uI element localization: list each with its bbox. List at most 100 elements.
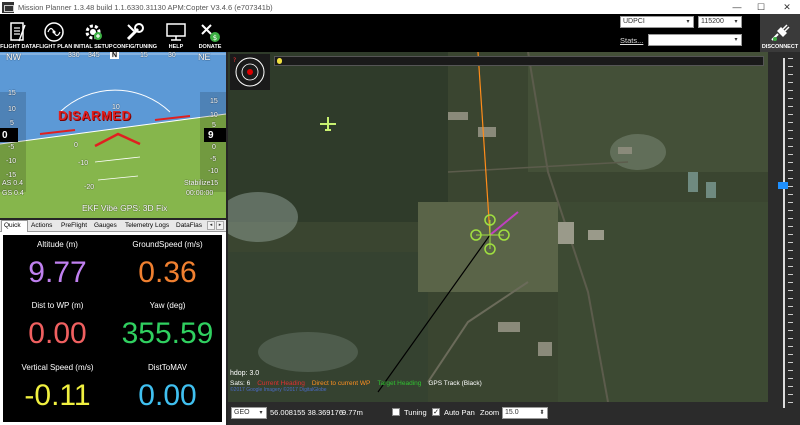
quick-value-altitude: 9.77 bbox=[28, 256, 87, 289]
quick-grid: Altitude (m) 9.77 GroundSpeed (m/s) 0.36… bbox=[3, 235, 222, 422]
donate-icon: $ bbox=[201, 24, 220, 42]
map-zoom-rail bbox=[768, 52, 800, 425]
flight-mode: Stabilize bbox=[184, 180, 211, 187]
tab-dataflash[interactable]: DataFlas bbox=[174, 221, 206, 232]
map-copyright: ©2017 Google Imagery ©2017 DigitalGlobe bbox=[230, 387, 327, 393]
port-value: UDPCI bbox=[623, 18, 645, 25]
alt-value: 9 bbox=[208, 129, 214, 141]
svg-text:$: $ bbox=[213, 34, 217, 42]
chevron-down-icon: ▾ bbox=[259, 410, 263, 416]
flight-plan-label: FLIGHT PLAN bbox=[35, 44, 73, 50]
speed-tick: 10 bbox=[8, 106, 16, 113]
donate-button[interactable]: $ DONATE bbox=[194, 14, 226, 52]
port-select[interactable]: UDPCI ▾ bbox=[620, 16, 694, 28]
flight-data-tabs: Quick Actions PreFlight Gauges Telemetry… bbox=[0, 220, 226, 232]
heading-label: 15 bbox=[140, 52, 148, 59]
zoom-slider-ticks bbox=[788, 58, 793, 408]
heading-label: NW bbox=[6, 52, 21, 62]
zoom-stepper[interactable]: 15.0 ⬍ bbox=[502, 407, 548, 419]
tab-gauges[interactable]: Gauges bbox=[92, 221, 122, 232]
legend-gps-track: GPS Track (Black) bbox=[428, 380, 482, 387]
map-legend: hdop: 3.0 Sats: 6 Current Heading Direct… bbox=[230, 370, 630, 393]
tab-scroll-right-button[interactable]: ▸ bbox=[216, 221, 224, 230]
zoom-slider-track[interactable] bbox=[783, 58, 785, 408]
speed-value: 0 bbox=[2, 129, 8, 141]
speed-tick: -15 bbox=[6, 172, 17, 179]
alt-tick: 10 bbox=[210, 112, 218, 119]
heading-current: N bbox=[110, 52, 120, 59]
legend-target-heading: Target Heading bbox=[377, 380, 422, 387]
pitch-label: -20 bbox=[84, 184, 95, 191]
speed-tick: -10 bbox=[6, 158, 17, 165]
tuning-checkbox[interactable] bbox=[392, 408, 400, 416]
heading-label: NE bbox=[198, 52, 211, 62]
satellite-map[interactable]: ? hdop: 3.0 Sats: 6 Current Heading Dire… bbox=[228, 52, 768, 402]
donate-label: DONATE bbox=[198, 44, 222, 50]
disconnect-label: DISCONNECT bbox=[761, 44, 799, 50]
quick-label: Altitude (m) bbox=[37, 240, 78, 249]
baud-select[interactable]: 115200 ▾ bbox=[698, 16, 742, 28]
mission-planner-window: Mission Planner 1.3.48 build 1.1.6330.31… bbox=[0, 0, 800, 425]
initial-setup-icon bbox=[85, 24, 102, 40]
initial-setup-button[interactable]: INITIAL SETUP bbox=[73, 14, 113, 52]
tab-quick[interactable]: Quick bbox=[1, 220, 28, 232]
chevron-down-icon: ▾ bbox=[734, 37, 738, 43]
flight-data-label: FLIGHT DATA bbox=[0, 44, 36, 50]
legend-current-heading: Current Heading bbox=[257, 380, 305, 387]
maximize-button[interactable]: ☐ bbox=[752, 0, 770, 14]
map-status-bar: GEO ▾ 56.008155 38.369176 9.77m Tuning ✓… bbox=[228, 402, 768, 425]
flight-data-icon bbox=[10, 22, 26, 42]
hdop-readout: hdop: 3.0 bbox=[230, 370, 260, 377]
window-title: Mission Planner 1.3.48 build 1.1.6330.31… bbox=[18, 2, 273, 12]
chevron-down-icon: ▾ bbox=[734, 19, 738, 25]
alt-tick: 15 bbox=[210, 98, 218, 105]
compass-icon: ? bbox=[233, 57, 265, 87]
main-toolbar: FLIGHT DATA FLIGHT PLAN INITIAL SETUP CO… bbox=[0, 14, 800, 52]
sats-readout: Sats: 6 bbox=[230, 380, 251, 387]
pitch-label: 10 bbox=[112, 104, 120, 111]
tab-telemetry-logs[interactable]: Telemetry Logs bbox=[123, 221, 173, 232]
tab-preflight[interactable]: PreFlight bbox=[59, 221, 91, 232]
quick-panel: Altitude (m) 9.77 GroundSpeed (m/s) 0.36… bbox=[0, 232, 226, 425]
help-button[interactable]: HELP bbox=[160, 14, 192, 52]
tab-actions[interactable]: Actions bbox=[29, 221, 58, 232]
compass-widget[interactable]: ? bbox=[230, 54, 270, 90]
quick-value-dist-to-wp: 0.00 bbox=[28, 317, 87, 350]
quick-value-dist-to-mav: 0.00 bbox=[138, 379, 197, 412]
hud-status-line: EKF Vibe GPS: 3D Fix bbox=[82, 203, 168, 213]
quick-value-yaw: 355.59 bbox=[121, 317, 214, 350]
disconnect-button[interactable]: DISCONNECT bbox=[760, 14, 800, 52]
config-tuning-icon bbox=[126, 23, 144, 41]
hud-display: NW 330 345 N 15 30 NE 15 10 5 -5 -10 -15… bbox=[0, 52, 226, 218]
app-icon bbox=[2, 1, 14, 13]
tab-scroll-left-button[interactable]: ◂ bbox=[207, 221, 215, 230]
speed-tick: -5 bbox=[8, 144, 15, 151]
auto-pan-checkbox[interactable]: ✓ bbox=[432, 408, 440, 416]
plug-icon bbox=[771, 24, 790, 41]
flight-timer: 00:00:00 bbox=[186, 190, 214, 197]
stats-link[interactable]: Stats... bbox=[620, 36, 643, 45]
quick-label: Dist to WP (m) bbox=[31, 301, 84, 310]
initial-setup-label: INITIAL SETUP bbox=[73, 44, 113, 50]
svg-text:?: ? bbox=[233, 57, 236, 64]
help-label: HELP bbox=[168, 44, 184, 50]
pitch-label: -10 bbox=[78, 160, 89, 167]
alt-value-box: 9 bbox=[204, 128, 226, 142]
close-button[interactable]: ✕ bbox=[778, 0, 796, 14]
flight-plan-button[interactable]: FLIGHT PLAN bbox=[36, 14, 72, 52]
coord-system-select[interactable]: GEO ▾ bbox=[231, 407, 267, 419]
config-tuning-button[interactable]: CONFIG/TUNING bbox=[113, 14, 157, 52]
stepper-icon: ⬍ bbox=[539, 410, 545, 416]
quick-label: GroundSpeed (m/s) bbox=[132, 240, 203, 249]
stats-select[interactable]: ▾ bbox=[648, 34, 742, 46]
zoom-slider-thumb[interactable] bbox=[778, 182, 788, 189]
mission-progress-bar bbox=[274, 56, 764, 66]
flight-data-button[interactable]: FLIGHT DATA bbox=[0, 14, 36, 52]
title-bar: Mission Planner 1.3.48 build 1.1.6330.31… bbox=[0, 0, 800, 14]
quick-value-vertical-speed: -0.11 bbox=[24, 379, 91, 412]
groundspeed-readout: GS 0.4 bbox=[2, 190, 24, 197]
heading-label: 345 bbox=[88, 52, 100, 59]
chevron-down-icon: ▾ bbox=[686, 19, 690, 25]
zoom-label: Zoom bbox=[480, 408, 500, 417]
minimize-button[interactable]: — bbox=[728, 0, 746, 14]
